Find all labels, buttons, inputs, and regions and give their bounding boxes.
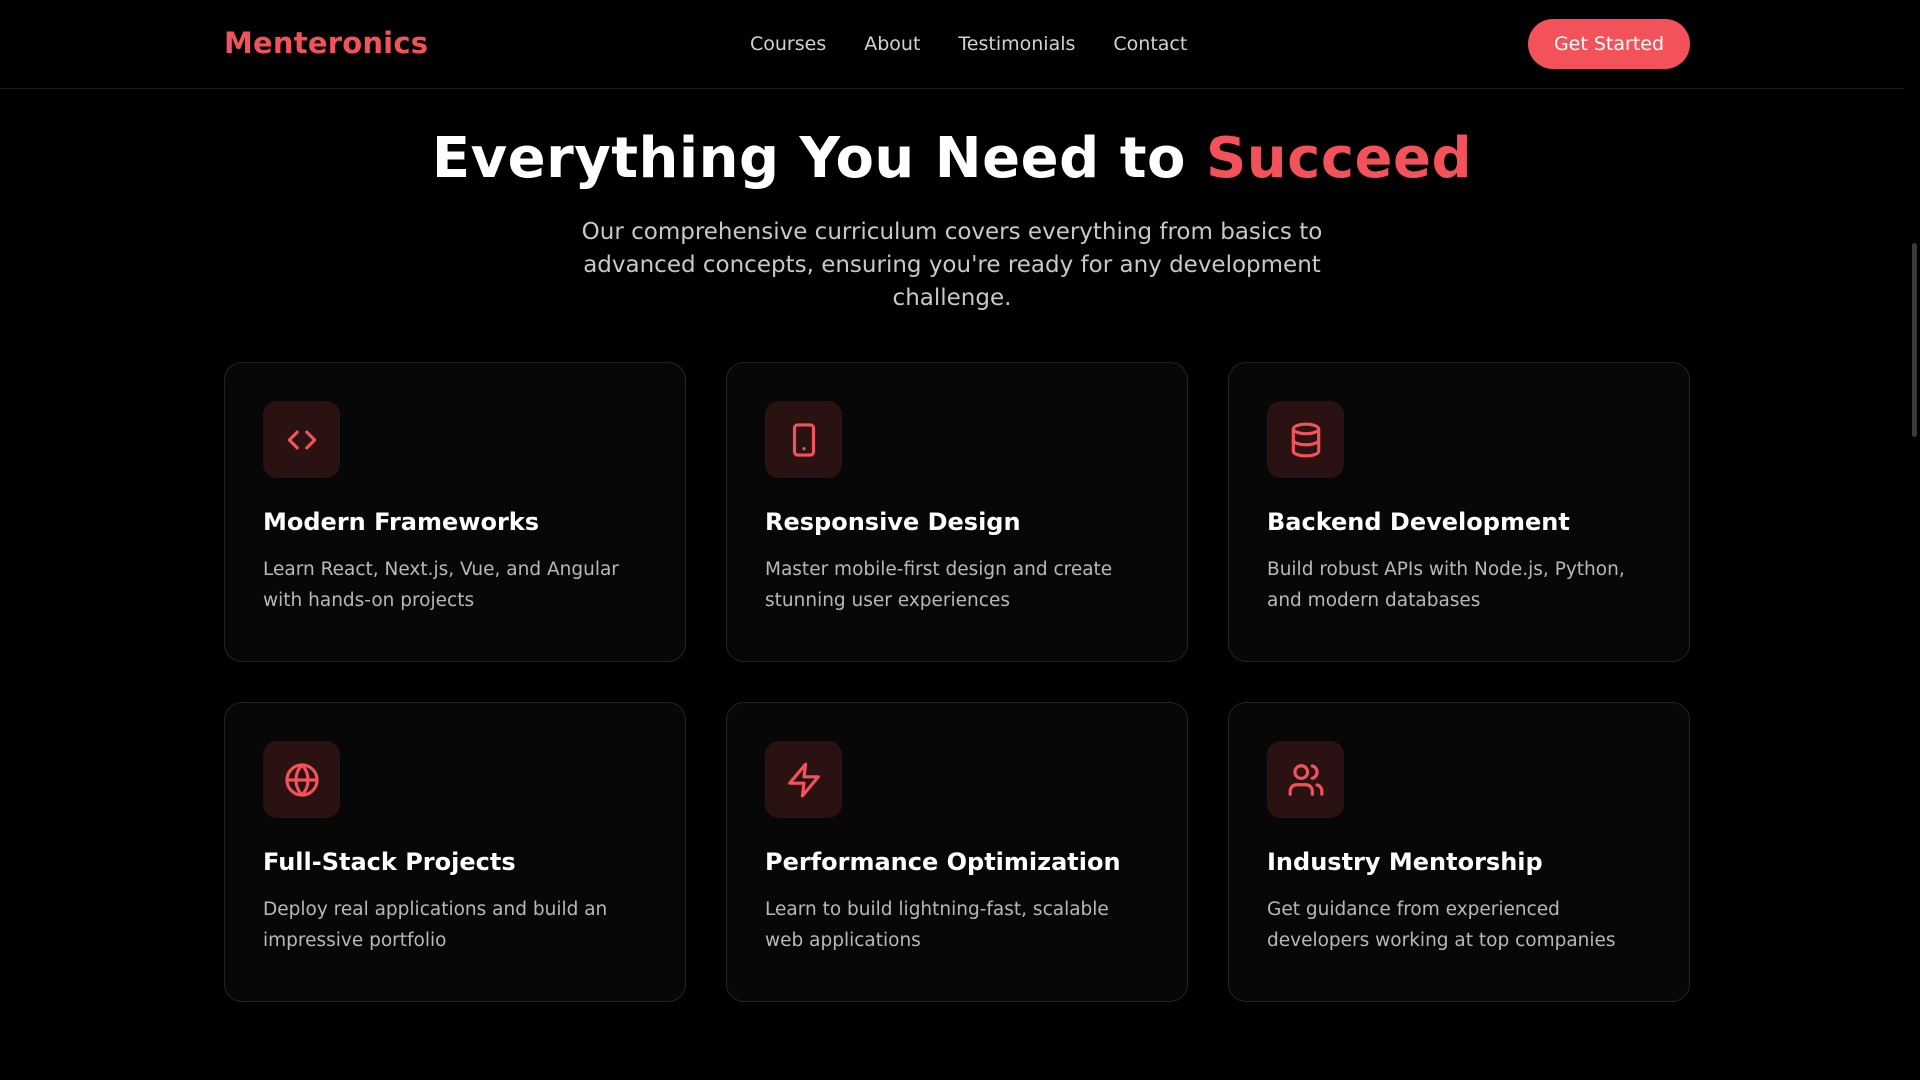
lightning-icon [765,741,842,818]
feature-card: Full-Stack Projects Deploy real applicat… [224,702,686,1002]
globe-icon [263,741,340,818]
code-icon [263,401,340,478]
feature-description: Get guidance from experienced developers… [1267,899,1616,951]
title-main: Everything You Need to [431,126,1206,191]
feature-title: Responsive Design [765,508,1021,536]
title-accent: Succeed [1205,126,1473,191]
feature-description: Build robust APIs with Node.js, Python, … [1267,559,1625,611]
feature-title: Full-Stack Projects [263,848,516,876]
feature-title: Industry Mentorship [1267,848,1543,876]
users-icon [1267,741,1344,818]
get-started-button[interactable]: Get Started [1528,19,1690,69]
database-icon [1267,401,1344,478]
tablet-icon [765,401,842,478]
feature-card: Modern Frameworks Learn React, Next.js, … [224,362,686,662]
navbar: Menteronics Courses About Testimonials C… [0,0,1904,89]
page-subtitle: Our comprehensive curriculum covers ever… [581,219,1323,311]
brand-logo[interactable]: Menteronics [224,26,428,60]
feature-card: Responsive Design Master mobile-first de… [726,362,1188,662]
feature-description: Deploy real applications and build an im… [263,899,608,951]
features-grid: Modern Frameworks Learn React, Next.js, … [224,362,1690,1002]
feature-title: Performance Optimization [765,848,1121,876]
feature-card: Industry Mentorship Get guidance from ex… [1228,702,1690,1002]
scrollbar-thumb[interactable] [1912,243,1917,437]
feature-description: Learn to build lightning-fast, scalable … [765,899,1109,951]
page-title: Everything You Need to Succeed [0,126,1904,191]
nav-link-contact[interactable]: Contact [1113,33,1187,55]
feature-card: Backend Development Build robust APIs wi… [1228,362,1690,662]
feature-title: Backend Development [1267,508,1570,536]
nav-links: Courses About Testimonials Contact [750,33,1187,55]
feature-description: Master mobile-first design and create st… [765,559,1113,611]
nav-link-courses[interactable]: Courses [750,33,826,55]
scrollbar-track[interactable] [1904,0,1920,1080]
feature-description: Learn React, Next.js, Vue, and Angular w… [263,559,619,611]
nav-link-testimonials[interactable]: Testimonials [958,33,1075,55]
nav-link-about[interactable]: About [864,33,920,55]
feature-card: Performance Optimization Learn to build … [726,702,1188,1002]
feature-title: Modern Frameworks [263,508,540,536]
